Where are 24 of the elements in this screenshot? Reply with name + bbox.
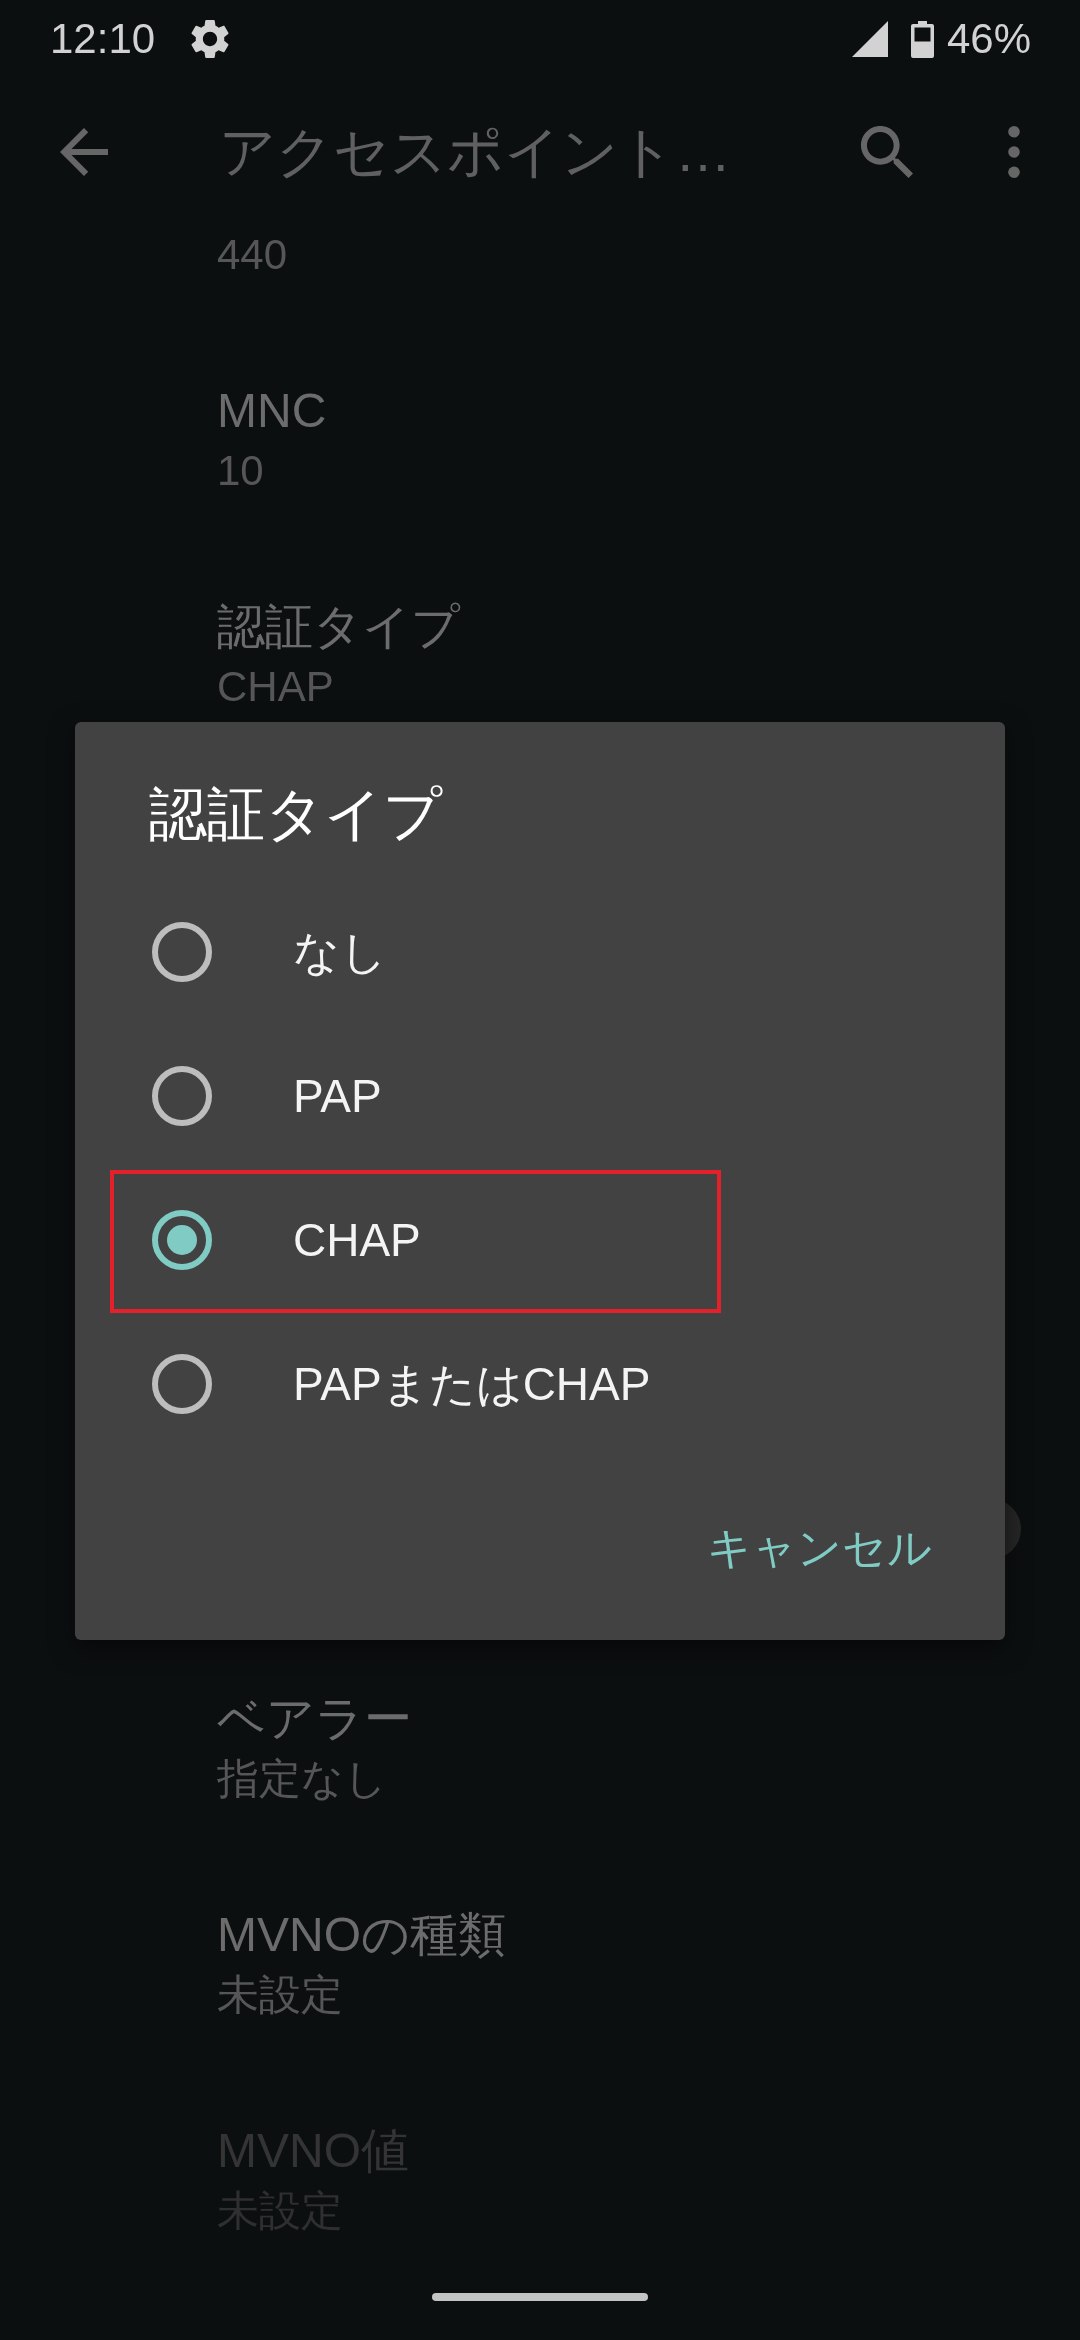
battery-icon <box>910 20 934 58</box>
settings-icon <box>191 19 230 59</box>
setting-value: 未設定 <box>217 1970 343 2020</box>
battery-percent: 46% <box>946 18 1031 60</box>
app-bar-title: アクセスポイント… <box>219 119 731 185</box>
status-time: 12:10 <box>50 18 156 60</box>
setting-title: MNC <box>217 383 327 439</box>
setting-title: ベアラー <box>217 1691 412 1747</box>
dialog-title: 認証タイプ <box>149 780 442 848</box>
cancel-button[interactable]: キャンセル <box>691 1504 948 1592</box>
radio-option[interactable]: PAPまたはCHAP <box>75 1312 1005 1456</box>
setting-value: CHAP <box>217 662 334 712</box>
radio-option[interactable]: なし <box>75 880 1005 1024</box>
setting-title: MVNOの種類 <box>217 1907 506 1963</box>
search-icon <box>861 126 913 178</box>
signal-icon <box>851 21 888 57</box>
setting-value: 指定なし <box>217 1754 387 1804</box>
radio-option[interactable]: PAP <box>75 1024 1005 1168</box>
setting-value: 440 <box>217 230 288 280</box>
setting-value: 10 <box>217 446 264 496</box>
back-arrow-icon <box>60 128 108 176</box>
more-vertical-icon <box>1007 126 1021 178</box>
setting-title: 認証タイプ <box>217 599 460 655</box>
radio-option[interactable]: CHAP <box>75 1168 1005 1312</box>
